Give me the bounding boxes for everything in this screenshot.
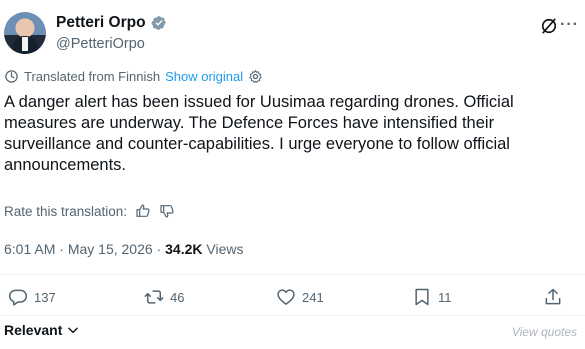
tweet-header: Petteri Orpo @PetteriOrpo ··· — [4, 10, 579, 56]
rate-label: Rate this translation: — [4, 203, 128, 219]
like-count: 241 — [302, 289, 324, 305]
translated-label: Translated from Finnish — [24, 69, 161, 84]
views-label: Views — [202, 241, 244, 257]
reply-icon — [8, 289, 28, 306]
bookmark-count: 11 — [438, 289, 452, 305]
heart-icon — [277, 289, 295, 305]
tweet-text: A danger alert has been issued for Uusim… — [4, 93, 514, 174]
sort-label: Relevant — [4, 322, 63, 338]
chevron-down-icon — [68, 327, 79, 334]
meta-separator-2: · — [152, 241, 166, 257]
view-quotes-link[interactable]: View quotes — [512, 325, 577, 339]
avatar-shirt — [22, 37, 28, 51]
show-original-link[interactable]: Show original — [165, 69, 243, 84]
tweet-date[interactable]: May 15, 2026 — [68, 241, 153, 257]
share-icon — [545, 288, 561, 305]
name-row: Petteri Orpo — [56, 14, 167, 32]
avatar[interactable] — [4, 12, 46, 54]
tweet-time[interactable]: 6:01 AM — [4, 241, 55, 257]
share-button[interactable] — [543, 287, 563, 307]
divider-bottom — [0, 315, 585, 316]
translation-notice: Translated from Finnish Show original — [4, 69, 263, 84]
more-options-icon[interactable]: ··· — [560, 16, 579, 34]
repost-count: 46 — [170, 289, 185, 305]
display-name[interactable]: Petteri Orpo — [56, 14, 146, 32]
thumbs-down-icon[interactable] — [159, 203, 175, 219]
thumbs-up-icon[interactable] — [135, 203, 151, 219]
divider-top — [0, 274, 585, 275]
meta-separator: · — [55, 241, 68, 257]
translate-icon — [5, 70, 18, 83]
action-bar: 137 46 241 11 — [0, 287, 585, 313]
bookmark-button[interactable]: 11 — [412, 287, 452, 307]
rate-translation: Rate this translation: — [4, 203, 175, 219]
user-handle[interactable]: @PetteriOrpo — [56, 36, 145, 52]
tweet-meta: 6:01 AM · May 15, 2026 · 34.2K Views — [4, 241, 243, 257]
views-count: 34.2K — [165, 241, 203, 257]
sort-replies-dropdown[interactable]: Relevant — [4, 322, 80, 338]
grok-icon[interactable] — [539, 16, 559, 36]
settings-gear-icon[interactable] — [248, 69, 263, 84]
like-button[interactable]: 241 — [276, 287, 324, 307]
verified-badge-icon — [151, 16, 166, 30]
bookmark-icon — [415, 288, 429, 306]
repost-icon — [144, 290, 164, 304]
repost-button[interactable]: 46 — [144, 287, 184, 307]
reply-count: 137 — [34, 289, 56, 305]
reply-button[interactable]: 137 — [8, 287, 56, 307]
